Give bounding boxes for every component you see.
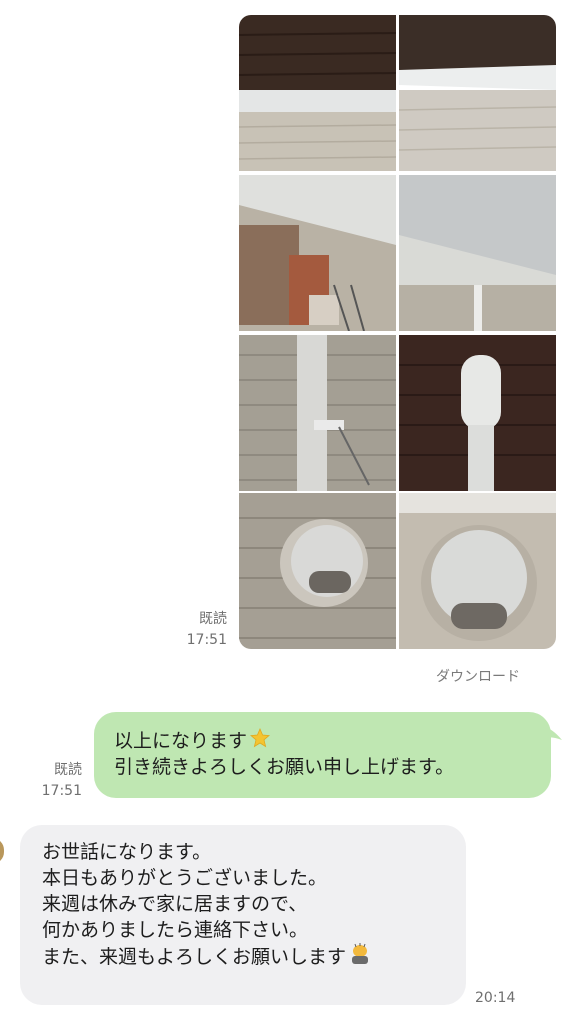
photo-eaves-board-right[interactable] bbox=[399, 15, 556, 171]
photo-drainpipe-painted[interactable] bbox=[399, 335, 556, 491]
photo-timestamp: 17:51 bbox=[186, 632, 227, 648]
photo-eaves-board-left[interactable] bbox=[239, 15, 396, 171]
photo-soffit-painted[interactable] bbox=[399, 175, 556, 331]
received-message-line: 本日もありがとうございました。 bbox=[42, 867, 328, 889]
bowing-person-icon bbox=[349, 943, 371, 972]
photo-vent-hood-painted[interactable] bbox=[399, 493, 556, 649]
received-message-line: 何かありましたら連絡下さい。 bbox=[42, 919, 309, 941]
sent-read-receipt: 既読 bbox=[54, 762, 82, 778]
received-message-line: お世話になります。 bbox=[42, 841, 212, 863]
download-link[interactable]: ダウンロード bbox=[436, 666, 520, 686]
photo-soffit-painting-with-roller[interactable] bbox=[239, 175, 396, 331]
photo-grid[interactable] bbox=[239, 15, 556, 649]
photo-vent-hood-painting[interactable] bbox=[239, 493, 396, 649]
sent-message-line: 以上になります bbox=[114, 730, 248, 752]
sent-timestamp: 17:51 bbox=[41, 783, 82, 799]
sent-message-bubble[interactable]: 以上になります 引き続きよろしくお願い申し上げます。 bbox=[94, 712, 551, 798]
avatar[interactable] bbox=[0, 838, 4, 864]
sparkle-star-icon bbox=[250, 727, 271, 755]
photo-read-receipt: 既読 bbox=[199, 611, 227, 627]
photo-drainpipe-painting-with-roller[interactable] bbox=[239, 335, 396, 491]
sent-message-line: 引き続きよろしくお願い申し上げます。 bbox=[114, 756, 455, 778]
received-message-line: また、来週もよろしくお願いします bbox=[42, 946, 347, 968]
received-message-line: 来週は休みで家に居ますので、 bbox=[42, 893, 308, 915]
received-timestamp: 20:14 bbox=[475, 990, 516, 1006]
received-message-bubble[interactable]: お世話になります。 本日もありがとうございました。 来週は休みで家に居ますので、… bbox=[20, 825, 466, 1005]
